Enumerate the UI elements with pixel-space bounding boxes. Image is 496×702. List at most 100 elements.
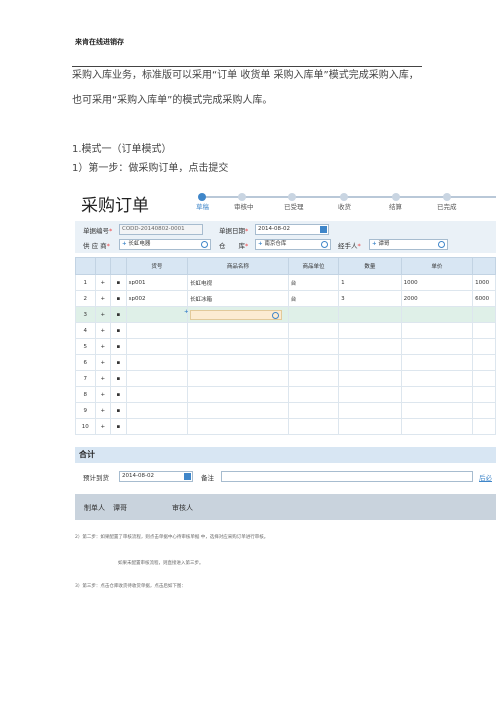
- cell-unit[interactable]: [287, 322, 340, 339]
- cell-price[interactable]: [400, 354, 474, 371]
- delete-row-icon[interactable]: ▪: [110, 402, 127, 419]
- cell-price[interactable]: [400, 322, 474, 339]
- step-dot-settle: [392, 193, 400, 201]
- step2-note: 如果未配置审核流程，则直接进入第三步。: [118, 561, 204, 566]
- table-row: 7 + ▪: [75, 370, 496, 387]
- cell-sku[interactable]: sp001: [125, 274, 189, 291]
- add-row-icon[interactable]: +: [94, 338, 112, 355]
- cell-name[interactable]: [187, 370, 289, 387]
- cell-unit[interactable]: [287, 354, 340, 371]
- cell-price[interactable]: 2000: [400, 290, 474, 307]
- doc-no-field[interactable]: CODD-20140802-0001: [119, 224, 203, 235]
- cell-qty[interactable]: [338, 306, 402, 323]
- cell-name[interactable]: [187, 322, 289, 339]
- cell-sku[interactable]: [125, 354, 189, 371]
- add-row-icon[interactable]: +: [94, 386, 112, 403]
- add-icon: +: [258, 241, 263, 247]
- delete-row-icon[interactable]: ▪: [110, 306, 127, 323]
- cell-sku[interactable]: [125, 386, 189, 403]
- cell-unit[interactable]: 台: [287, 290, 340, 307]
- cell-sku[interactable]: sp002: [125, 290, 189, 307]
- delete-row-icon[interactable]: ▪: [110, 322, 127, 339]
- add-row-icon[interactable]: +: [94, 306, 112, 323]
- search-icon[interactable]: [272, 311, 280, 319]
- remark-field[interactable]: [221, 471, 473, 482]
- delete-row-icon[interactable]: ▪: [110, 274, 127, 291]
- cell-price[interactable]: [400, 306, 474, 323]
- table-row: 1 + ▪ sp001 长虹电视台 1 1000 1000: [75, 274, 496, 291]
- cell-qty[interactable]: [338, 402, 402, 419]
- table-row: 4 + ▪: [75, 322, 496, 339]
- search-icon[interactable]: [438, 241, 445, 248]
- cell-unit[interactable]: [287, 370, 340, 387]
- warehouse-field[interactable]: + 南京仓库: [255, 239, 331, 250]
- calendar-icon[interactable]: [184, 473, 191, 480]
- delete-row-icon[interactable]: ▪: [110, 370, 127, 387]
- row-number: 2: [75, 290, 96, 307]
- cell-price[interactable]: [400, 370, 474, 387]
- product-search-input[interactable]: +: [184, 309, 283, 320]
- cell-qty[interactable]: [338, 338, 402, 355]
- cell-name[interactable]: 长虹冰箱: [187, 290, 289, 307]
- more-link[interactable]: 后必: [479, 472, 492, 482]
- cell-name[interactable]: +: [184, 306, 289, 323]
- cell-qty[interactable]: [338, 370, 402, 387]
- calendar-icon[interactable]: [320, 226, 327, 233]
- cell-price[interactable]: 1000: [400, 274, 474, 291]
- doc-date-field[interactable]: 2014-08-02: [255, 224, 329, 235]
- delete-row-icon[interactable]: ▪: [110, 354, 127, 371]
- cell-unit[interactable]: [287, 402, 340, 419]
- cell-unit[interactable]: [287, 338, 340, 355]
- step2-text: 2）第二步：如果配置了审核流程，则点击单据中心待审核单据 中，选择对应采购订单进…: [75, 535, 269, 540]
- delivery-date-field[interactable]: 2014-08-02: [119, 471, 193, 482]
- cell-price[interactable]: [400, 338, 474, 355]
- cell-unit[interactable]: [287, 418, 340, 435]
- cell-name[interactable]: [187, 354, 289, 371]
- cell-qty[interactable]: [338, 354, 402, 371]
- cell-price[interactable]: [400, 418, 474, 435]
- cell-qty[interactable]: [338, 322, 402, 339]
- row-number: 8: [75, 386, 96, 403]
- add-row-icon[interactable]: +: [94, 402, 112, 419]
- cell-name[interactable]: [187, 338, 289, 355]
- row-number: 1: [75, 274, 96, 291]
- add-row-icon[interactable]: +: [94, 418, 112, 435]
- cell-sku[interactable]: [125, 338, 189, 355]
- cell-unit[interactable]: 台: [287, 274, 340, 291]
- cell-sku[interactable]: [125, 402, 189, 419]
- add-row-icon[interactable]: +: [94, 274, 112, 291]
- add-row-icon[interactable]: +: [94, 322, 112, 339]
- delete-row-icon[interactable]: ▪: [110, 386, 127, 403]
- cell-name[interactable]: [187, 386, 289, 403]
- handler-field[interactable]: + 谭哥: [369, 239, 448, 250]
- cell-qty[interactable]: 1: [338, 274, 402, 291]
- add-row-icon[interactable]: +: [94, 354, 112, 371]
- doc-date-value: 2014-08-02: [258, 226, 290, 232]
- cell-amount: [472, 418, 496, 435]
- total-row: 合计: [75, 447, 496, 463]
- add-row-icon[interactable]: +: [94, 290, 112, 307]
- delete-row-icon[interactable]: ▪: [110, 338, 127, 355]
- cell-sku[interactable]: [125, 370, 189, 387]
- cell-price[interactable]: [400, 402, 474, 419]
- search-icon[interactable]: [201, 241, 208, 248]
- cell-name[interactable]: 长虹电视: [187, 274, 289, 291]
- delete-row-icon[interactable]: ▪: [110, 290, 127, 307]
- cell-sku[interactable]: [125, 322, 189, 339]
- add-row-icon[interactable]: +: [94, 370, 112, 387]
- cell-qty[interactable]: [338, 386, 402, 403]
- cell-qty[interactable]: 3: [338, 290, 402, 307]
- cell-name[interactable]: [187, 402, 289, 419]
- step-receive: 收货: [338, 203, 351, 211]
- cell-unit[interactable]: [287, 306, 340, 323]
- supplier-field[interactable]: + 长虹电器: [119, 239, 211, 250]
- cell-sku[interactable]: [125, 418, 189, 435]
- cell-sku[interactable]: [125, 306, 189, 323]
- col-unit: 商品单位: [287, 257, 340, 275]
- cell-qty[interactable]: [338, 418, 402, 435]
- delete-row-icon[interactable]: ▪: [110, 418, 127, 435]
- cell-name[interactable]: [187, 418, 289, 435]
- search-icon[interactable]: [321, 241, 328, 248]
- cell-price[interactable]: [400, 386, 474, 403]
- cell-unit[interactable]: [287, 386, 340, 403]
